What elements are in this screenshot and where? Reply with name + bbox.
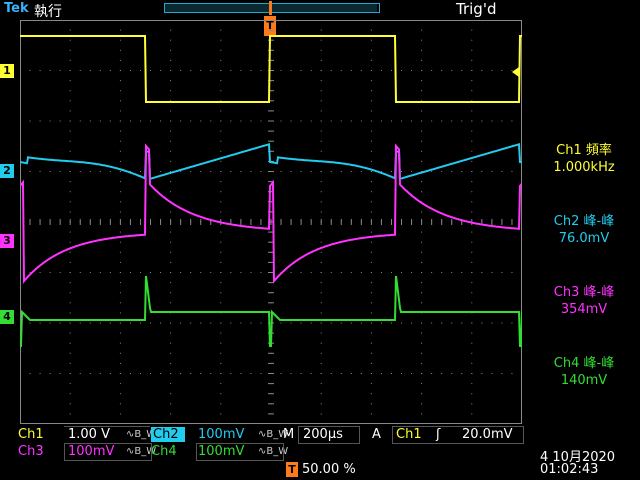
trigger-position-marker-icon: T: [286, 462, 298, 477]
ch2-ground-marker[interactable]: 2: [0, 164, 14, 178]
measurement-value: 354mV: [560, 302, 608, 317]
measurement-ch1: Ch1 頻率 1.000kHz: [528, 142, 640, 176]
measurement-label: Ch1 頻率: [556, 143, 612, 158]
ch1-waveform: [20, 35, 522, 103]
ch4-label[interactable]: Ch4: [151, 444, 177, 459]
ch2-label[interactable]: Ch2: [151, 427, 185, 442]
measurement-ch3: Ch3 峰-峰 354mV: [528, 284, 640, 318]
timebase-label: M: [283, 427, 295, 442]
status-box-ch1: [64, 426, 150, 443]
measurement-value: 1.000kHz: [553, 160, 615, 175]
measurement-value: 76.0mV: [558, 231, 610, 246]
top-bar: Tek 執行 T Trig'd: [0, 0, 640, 36]
time: 01:02:43: [540, 462, 599, 477]
ch4-ground-marker[interactable]: 4: [0, 310, 14, 324]
trigger-status: Trig'd: [456, 0, 497, 18]
measurement-label: Ch3 峰-峰: [553, 285, 615, 300]
trigger-point-marker: [269, 1, 272, 15]
waveform-display[interactable]: [20, 20, 522, 424]
measurement-value: 140mV: [560, 373, 608, 388]
graticule-grid: [20, 20, 522, 424]
ch1-ground-marker[interactable]: 1: [0, 64, 14, 78]
trigger-level-marker[interactable]: [512, 67, 519, 77]
status-box-timebase: [298, 426, 360, 444]
ch4-waveform: [20, 275, 522, 347]
ch3-ground-marker[interactable]: 3: [0, 234, 14, 248]
measurement-ch4: Ch4 峰-峰 140mV: [528, 355, 640, 389]
status-box-trigger: [392, 426, 524, 444]
status-box-ch3: [64, 443, 152, 461]
ch2-waveform: [20, 142, 522, 181]
ch2-scale[interactable]: 100mV: [198, 427, 244, 442]
acquisition-mode: A: [372, 427, 381, 442]
record-length-bar: [164, 1, 380, 15]
ch3-label[interactable]: Ch3: [18, 444, 44, 459]
measurement-label: Ch2 峰-峰: [553, 214, 615, 229]
measurement-label: Ch4 峰-峰: [553, 356, 615, 371]
measurement-ch2: Ch2 峰-峰 76.0mV: [528, 213, 640, 247]
trigger-position-value[interactable]: 50.00 %: [302, 462, 356, 477]
ch1-label[interactable]: Ch1: [18, 427, 44, 442]
acquisition-state: 執行: [34, 4, 62, 20]
brand-logo: Tek: [4, 1, 29, 16]
status-box-ch4: [196, 443, 284, 461]
